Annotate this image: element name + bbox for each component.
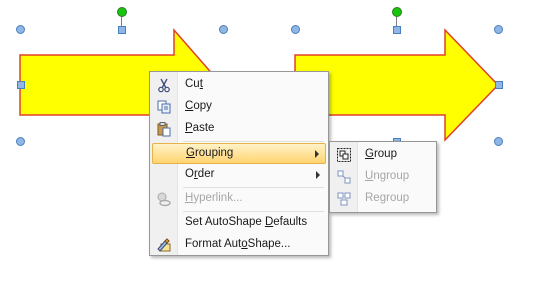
resize-handle-top-2[interactable] [393, 26, 401, 34]
submenu-item-label: Ungroup [365, 170, 410, 182]
group-icon [336, 147, 352, 163]
menu-item-set-autoshape-defaults[interactable]: Set AutoShape Defaults [152, 213, 326, 234]
submenu-item-label: Regroup [365, 192, 410, 204]
ungroup-icon [336, 169, 352, 185]
menu-item-label: Format AutoShape... [185, 238, 291, 250]
menu-item-paste[interactable]: Paste [152, 119, 326, 140]
submenu-item-ungroup[interactable]: Ungroup [332, 167, 434, 188]
context-menu: Cut Copy Paste Grouping Order Hyperlink.… [149, 71, 329, 256]
scissors-icon [156, 77, 172, 93]
resize-handle-top[interactable] [118, 26, 126, 34]
menu-item-cut[interactable]: Cut [152, 75, 326, 96]
menu-item-label: Grouping [186, 147, 234, 159]
menu-item-label: Copy [185, 100, 212, 112]
submenu-item-group[interactable]: Group [332, 145, 434, 166]
slide-canvas[interactable]: Cut Copy Paste Grouping Order Hyperlink.… [0, 0, 544, 291]
menu-item-copy[interactable]: Copy [152, 97, 326, 118]
menu-item-grouping[interactable]: Grouping [152, 143, 326, 164]
submenu-item-regroup[interactable]: Regroup [332, 189, 434, 210]
menu-item-hyperlink[interactable]: Hyperlink... [152, 189, 326, 210]
format-shape-icon [156, 237, 172, 253]
menu-separator [183, 187, 324, 188]
resize-handle-tl-2[interactable] [291, 25, 300, 34]
menu-item-label: Paste [185, 122, 215, 134]
resize-handle-left[interactable] [17, 81, 25, 89]
paste-icon [156, 121, 172, 137]
submenu-arrow-icon [316, 171, 320, 179]
copy-icon [156, 99, 172, 115]
resize-handle-tr[interactable] [219, 25, 228, 34]
menu-item-format-autoshape[interactable]: Format AutoShape... [152, 235, 326, 256]
regroup-icon [336, 191, 352, 207]
menu-separator [183, 211, 324, 212]
menu-item-order[interactable]: Order [152, 165, 326, 186]
resize-handle-bl[interactable] [16, 137, 25, 146]
menu-item-label: Cut [185, 78, 203, 90]
rotation-handle-right[interactable] [392, 7, 402, 17]
grouping-submenu: Group Ungroup Regroup [329, 141, 437, 213]
rotation-handle-left[interactable] [117, 7, 127, 17]
menu-item-label: Order [185, 168, 215, 180]
submenu-item-label: Group [365, 148, 397, 160]
resize-handle-br-2[interactable] [494, 137, 503, 146]
resize-handle-right-2[interactable] [495, 81, 503, 89]
resize-handle-tl[interactable] [16, 25, 25, 34]
hyperlink-icon [156, 191, 172, 207]
menu-item-label: Set AutoShape Defaults [185, 216, 308, 228]
submenu-arrow-icon [315, 150, 319, 158]
resize-handle-tr-2[interactable] [494, 25, 503, 34]
menu-separator [183, 141, 324, 142]
menu-item-label: Hyperlink... [185, 192, 243, 204]
